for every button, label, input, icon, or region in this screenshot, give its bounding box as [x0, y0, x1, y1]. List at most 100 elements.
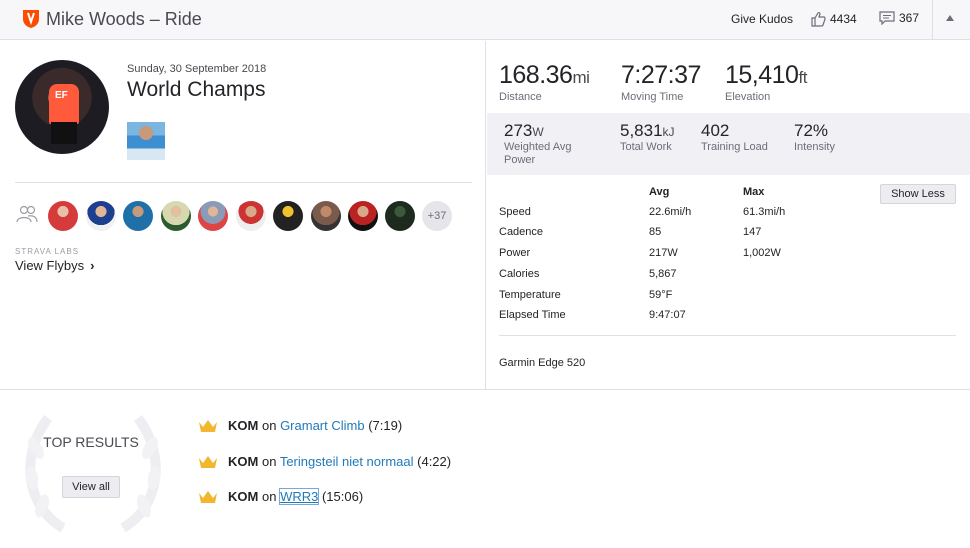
detail-avg: 5,867	[649, 268, 677, 280]
detail-row-calories: Calories 5,867	[499, 268, 959, 288]
stat-intensity: 72% Intensity	[794, 121, 835, 154]
detail-row-power: Power 217W 1,002W	[499, 247, 959, 267]
group-athlete-avatar[interactable]	[198, 201, 228, 231]
kom-on-text: on	[261, 489, 277, 504]
segment-link[interactable]: WRR3	[279, 488, 320, 505]
detail-name: Temperature	[499, 289, 561, 301]
stat-moving-time: 7:27:37 Moving Time	[621, 61, 701, 103]
activity-photo-thumbnail[interactable]	[127, 122, 165, 160]
strava-labs-label: STRAVA LABS	[15, 247, 80, 256]
stat-label: Total Work	[620, 141, 672, 153]
stat-value: 402	[701, 121, 730, 140]
group-athlete-avatar[interactable]	[86, 201, 116, 231]
avg-column-header: Avg	[649, 186, 670, 198]
group-athlete-avatar[interactable]	[348, 201, 378, 231]
device-divider	[499, 335, 956, 336]
comment-icon	[879, 11, 895, 25]
group-athlete-avatar[interactable]	[123, 201, 153, 231]
avatar-shorts	[51, 122, 77, 144]
comments-count-button[interactable]: 367	[879, 11, 919, 25]
crown-icon	[199, 490, 217, 503]
detail-name: Power	[499, 247, 531, 259]
stat-value: 168.36	[499, 61, 573, 89]
comments-count: 367	[899, 11, 920, 25]
crown-icon	[199, 455, 217, 468]
group-athlete-avatar[interactable]	[311, 201, 341, 231]
chevron-right-icon: ›	[90, 258, 95, 273]
group-icon	[16, 205, 38, 223]
detail-max: 1,002W	[743, 247, 781, 259]
stat-value: 72%	[794, 121, 829, 140]
stat-value: 273	[504, 121, 533, 140]
collapse-caret-icon[interactable]	[946, 15, 954, 21]
group-athlete-avatar[interactable]	[48, 201, 78, 231]
detail-row-temperature: Temperature 59°F	[499, 289, 959, 309]
detail-row-speed: Speed 22.6mi/h 61.3mi/h	[499, 206, 959, 226]
stat-label: Weighted Avg Power	[504, 141, 572, 166]
stat-label: Moving Time	[621, 91, 684, 103]
detail-name: Cadence	[499, 226, 544, 238]
activity-summary-panel: EF Sunday, 30 September 2018 World Champ…	[0, 41, 486, 389]
stat-label: Elevation	[725, 91, 771, 103]
top-results-section: TOP RESULTS View all KOM on Gramart Clim…	[0, 389, 970, 548]
page-title: Mike Woods – Ride	[46, 9, 202, 29]
give-kudos-button[interactable]: Give Kudos	[731, 12, 793, 26]
group-athlete-avatar[interactable]	[385, 201, 415, 231]
stat-training-load: 402 Training Load	[701, 121, 768, 154]
activity-stats-panel: 168.36mi Distance 7:27:37 Moving Time 15…	[487, 41, 970, 389]
group-athlete-avatar[interactable]	[236, 201, 266, 231]
top-results-label: TOP RESULTS	[43, 434, 139, 450]
detail-avg: 85	[649, 226, 662, 238]
detail-avg: 9:47:07	[649, 309, 686, 321]
laurel-wreath-icon	[25, 415, 161, 533]
avatar-jersey-logo: EF	[55, 90, 68, 101]
thumbs-up-icon	[811, 11, 826, 27]
more-athletes-button[interactable]: +37	[422, 201, 452, 231]
view-flybys-label: View Flybys	[15, 258, 85, 273]
stat-value: 5,831	[620, 121, 663, 140]
stat-distance: 168.36mi Distance	[499, 61, 590, 103]
detail-name: Calories	[499, 268, 540, 280]
detail-row-elapsed-time: Elapsed Time 9:47:07	[499, 309, 959, 329]
kudos-count: 4434	[830, 12, 857, 26]
detail-row-cadence: Cadence 85 147	[499, 226, 959, 246]
detail-avg: 217W	[649, 247, 678, 259]
kom-badge: KOM	[228, 418, 259, 433]
stat-total-work: 5,831kJ Total Work	[620, 121, 675, 154]
group-athlete-avatar[interactable]	[161, 201, 191, 231]
segment-link[interactable]: Teringsteil niet normaal	[280, 454, 414, 469]
activity-name: World Champs	[127, 78, 266, 101]
show-less-button[interactable]: Show Less	[880, 184, 956, 204]
kom-badge: KOM	[228, 489, 259, 504]
kom-time: (7:19)	[368, 418, 403, 433]
strava-shield-icon	[23, 10, 39, 28]
stat-value: 15,410	[725, 61, 799, 89]
kudos-count-button[interactable]: 4434	[810, 11, 857, 27]
detail-name: Speed	[499, 206, 531, 218]
crown-icon	[199, 419, 217, 432]
group-athlete-avatar[interactable]	[273, 201, 303, 231]
photo-face	[139, 126, 153, 140]
view-all-button[interactable]: View all	[62, 476, 120, 498]
kom-time: (15:06)	[321, 489, 364, 504]
athlete-avatar[interactable]: EF	[15, 60, 109, 154]
detail-name: Elapsed Time	[499, 309, 566, 321]
stat-label: Training Load	[701, 141, 768, 153]
device-name: Garmin Edge 520	[499, 357, 586, 369]
detail-max: 61.3mi/h	[743, 206, 786, 218]
segment-link[interactable]: Gramart Climb	[280, 418, 365, 433]
stat-unit: kJ	[662, 125, 675, 139]
stat-weighted-avg-power: 273W Weighted Avg Power	[504, 121, 594, 167]
kom-result: KOM on WRR3 (15:06)	[198, 488, 364, 505]
stat-unit: mi	[572, 68, 590, 87]
section-divider	[15, 182, 472, 183]
stat-label: Intensity	[794, 141, 835, 153]
max-column-header: Max	[743, 186, 765, 198]
kom-badge: KOM	[228, 454, 259, 469]
view-flybys-link[interactable]: View Flybys ›	[15, 258, 94, 273]
kom-on-text: on	[261, 454, 277, 469]
activity-header: Mike Woods – Ride Give Kudos 4434 367	[0, 0, 970, 40]
stat-value: 7:27:37	[621, 61, 701, 89]
stat-unit: ft	[798, 68, 807, 87]
header-divider	[932, 0, 933, 40]
